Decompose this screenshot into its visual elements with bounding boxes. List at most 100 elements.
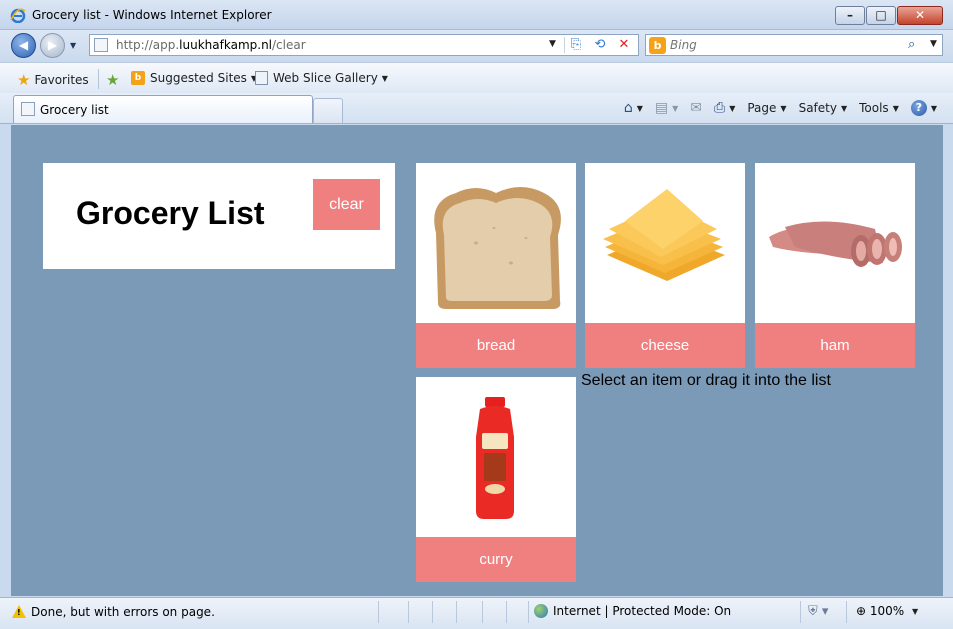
search-icon[interactable]: ⌕ xyxy=(908,37,915,52)
status-divider xyxy=(800,601,801,623)
instruction-text: Select an item or drag it into the list xyxy=(581,372,831,389)
curry-bottle-image xyxy=(476,397,514,519)
item-label: ham xyxy=(755,323,915,368)
grocery-list-panel[interactable]: Grocery List clear xyxy=(43,163,395,269)
feeds-button[interactable]: ▤ ▼ xyxy=(655,100,678,116)
internet-explorer-icon xyxy=(10,8,26,23)
zoom-value: 100% xyxy=(869,604,905,618)
forward-button[interactable]: ▶ xyxy=(40,33,65,58)
zoom-dropdown-icon[interactable]: ▼ xyxy=(912,607,918,616)
status-divider xyxy=(846,601,847,623)
favorites-item-label: Suggested Sites xyxy=(150,71,247,85)
tab-row: Grocery list ⌂ ▼ ▤ ▼ ✉ ⎙ ▼ Page ▼ Safety ▼ To… xyxy=(0,93,953,124)
add-to-favorites-bar-button[interactable]: ★ xyxy=(106,71,123,89)
safety-menu[interactable]: Safety ▼ xyxy=(799,101,848,115)
favorites-star-icon: ★ xyxy=(17,71,31,89)
rss-feed-icon: ▤ xyxy=(654,100,669,116)
status-bar: ! Done, but with errors on page. Interne… xyxy=(0,597,953,629)
chevron-down-icon: ▼ xyxy=(381,73,388,83)
add-favorite-icon: ★ xyxy=(106,71,120,89)
chevron-down-icon: ▼ xyxy=(840,103,848,113)
warning-mark: ! xyxy=(17,608,21,617)
chevron-down-icon: ▼ xyxy=(780,103,787,113)
help-icon: ? xyxy=(910,100,927,116)
clear-button[interactable]: clear xyxy=(313,179,380,230)
address-url[interactable]: http://app.luukhafkamp.nl/clear xyxy=(116,38,306,52)
recent-pages-dropdown[interactable]: ▼ xyxy=(70,41,76,50)
bing-icon: b xyxy=(649,37,666,54)
address-dropdown-icon[interactable]: ▼ xyxy=(549,39,556,49)
tools-menu[interactable]: Tools ▼ xyxy=(859,101,899,115)
chevron-down-icon: ▼ xyxy=(672,103,679,113)
print-icon: ⎙ xyxy=(714,100,726,116)
grocery-item-cheese[interactable]: cheese xyxy=(585,163,745,368)
address-row: ◀ ▶ ▼ http://app.luukhafkamp.nl/clear ▼ … xyxy=(0,30,953,60)
grocery-item-ham[interactable]: ham xyxy=(755,163,915,368)
close-window-button[interactable]: ✕ xyxy=(897,6,943,25)
item-label: curry xyxy=(416,537,576,582)
address-divider xyxy=(564,37,565,53)
favorites-item-suggested-sites[interactable]: b Suggested Sites ▼ xyxy=(131,71,257,85)
page-icon xyxy=(94,38,108,52)
status-text: Done, but with errors on page. xyxy=(31,605,215,619)
globe-icon xyxy=(534,604,548,618)
page-menu[interactable]: Page ▼ xyxy=(747,101,786,115)
status-divider xyxy=(408,601,409,623)
item-label: bread xyxy=(416,323,576,368)
stop-icon[interactable]: ✕ xyxy=(616,37,632,53)
close-icon: ✕ xyxy=(914,8,926,22)
chevron-down-icon: ▼ xyxy=(729,103,736,113)
status-divider xyxy=(456,601,457,623)
favorites-item-label: Web Slice Gallery xyxy=(273,71,378,85)
maximize-icon: □ xyxy=(875,8,887,22)
favorites-label: Favorites xyxy=(34,73,89,87)
search-box[interactable]: b ⌕ ▼ xyxy=(645,34,943,56)
page-menu-label: Page xyxy=(747,101,777,115)
print-button[interactable]: ⎙ ▼ xyxy=(714,100,735,116)
status-divider xyxy=(432,601,433,623)
zoom-level[interactable]: ⊕ 100% xyxy=(856,604,904,618)
ham-image xyxy=(769,221,902,267)
page-content: Grocery List clear bread cheese ham curr… xyxy=(11,125,943,596)
back-arrow-icon: ◀ xyxy=(18,38,29,52)
window-controls: – □ ✕ xyxy=(834,6,943,25)
status-divider xyxy=(528,601,529,623)
home-button[interactable]: ⌂ ▼ xyxy=(624,100,643,116)
back-button[interactable]: ◀ xyxy=(11,33,36,58)
protected-mode-icon[interactable]: ⛨ ▾ xyxy=(808,604,828,619)
new-tab-button[interactable] xyxy=(313,98,343,123)
page-icon xyxy=(255,71,268,85)
security-zone-label: Internet | Protected Mode: On xyxy=(553,604,732,618)
chevron-down-icon: ▼ xyxy=(892,103,899,113)
address-bar[interactable]: http://app.luukhafkamp.nl/clear ▼ ⎘ ⟲ ✕ xyxy=(89,34,639,56)
grocery-item-curry[interactable]: curry xyxy=(416,377,576,582)
favorites-item-web-slice-gallery[interactable]: Web Slice Gallery ▼ xyxy=(255,71,388,85)
search-options-dropdown-icon[interactable]: ▼ xyxy=(930,39,937,49)
page-title: Grocery List xyxy=(76,195,265,231)
tab-label: Grocery list xyxy=(40,103,109,117)
help-menu[interactable]: ? ▼ xyxy=(910,100,937,116)
compatibility-view-icon[interactable]: ⎘ xyxy=(568,37,584,53)
safety-menu-label: Safety xyxy=(798,101,837,115)
status-divider xyxy=(482,601,483,623)
status-divider xyxy=(506,601,507,623)
home-icon: ⌂ xyxy=(623,100,633,116)
favorites-button[interactable]: ★ Favorites xyxy=(17,71,89,89)
minimize-icon: – xyxy=(847,8,853,22)
read-mail-button[interactable]: ✉ xyxy=(690,100,702,116)
grocery-item-bread[interactable]: bread xyxy=(416,163,576,368)
security-zone[interactable]: Internet | Protected Mode: On xyxy=(534,604,731,618)
refresh-icon[interactable]: ⟲ xyxy=(592,37,608,53)
search-input[interactable] xyxy=(670,37,900,53)
maximize-button[interactable]: □ xyxy=(866,6,896,25)
bing-icon: b xyxy=(131,71,145,85)
url-prefix: http://app. xyxy=(116,38,180,52)
url-path: /clear xyxy=(272,38,306,52)
minimize-button[interactable]: – xyxy=(835,6,865,25)
favorites-divider xyxy=(98,69,99,89)
page-icon xyxy=(21,102,35,116)
tab-grocery-list[interactable]: Grocery list xyxy=(13,95,313,123)
chevron-down-icon: ▼ xyxy=(930,103,937,113)
bread-image xyxy=(434,187,561,309)
item-label: cheese xyxy=(585,323,745,368)
